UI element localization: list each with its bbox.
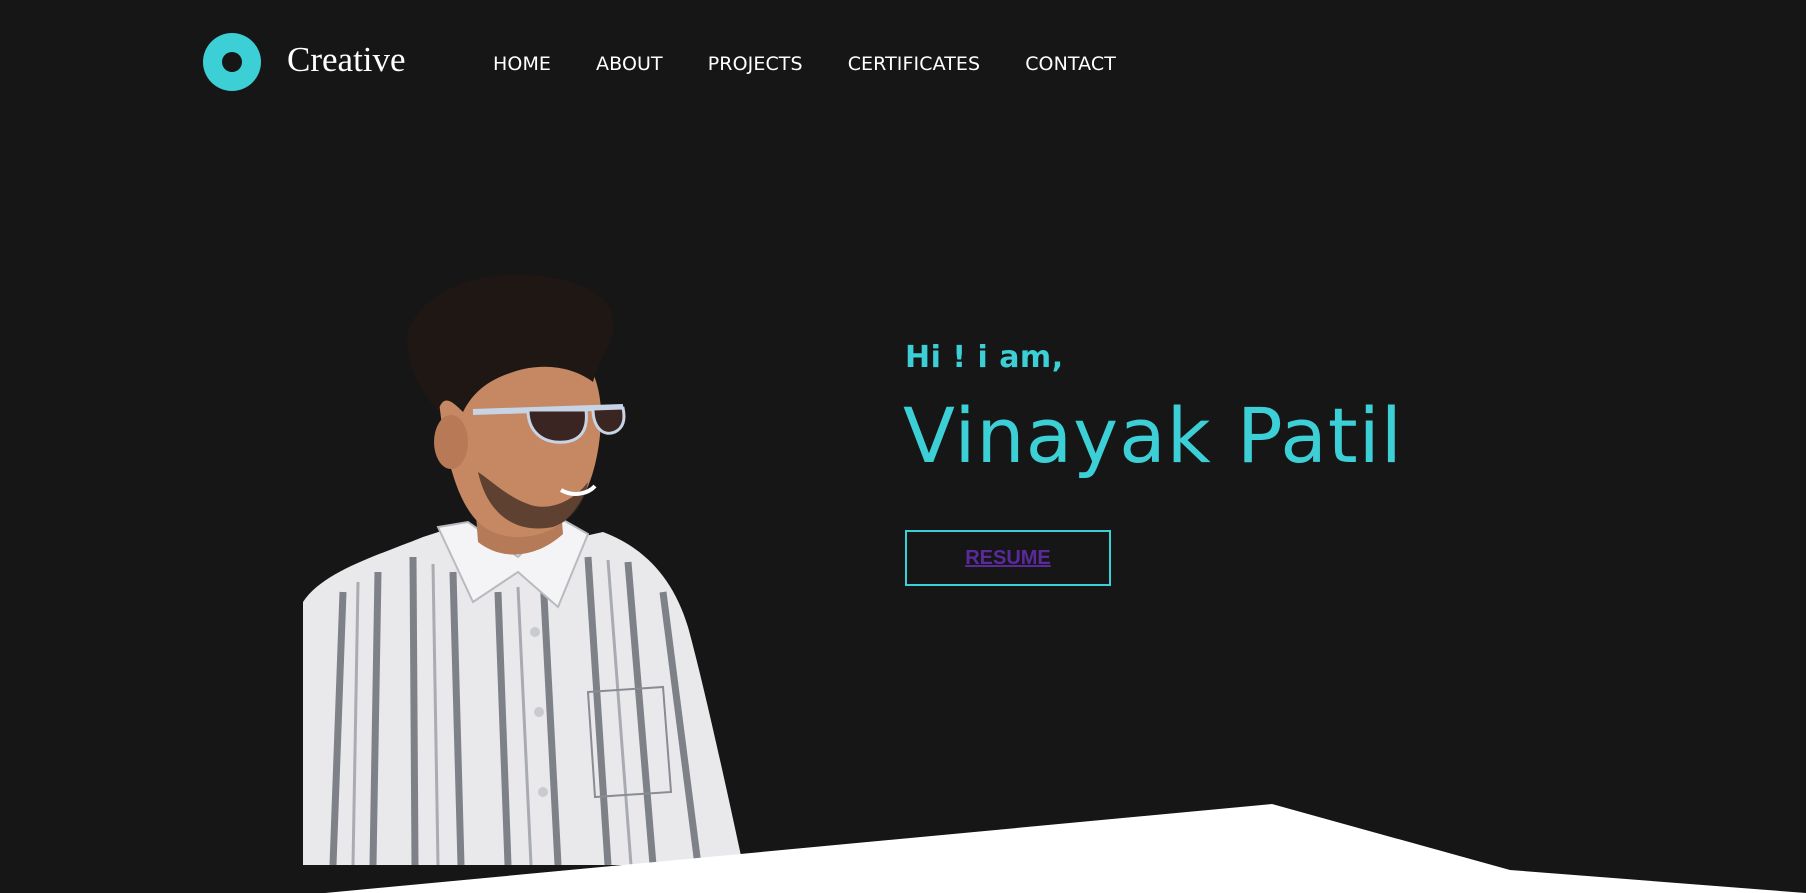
brand-logo[interactable]: Creative xyxy=(203,33,406,91)
nav-projects[interactable]: PROJECTS xyxy=(708,53,803,75)
main-nav: HOME ABOUT PROJECTS CERTIFICATES CONTACT xyxy=(493,53,1161,75)
resume-link[interactable]: RESUME xyxy=(965,547,1051,570)
nav-certificates[interactable]: CERTIFICATES xyxy=(848,53,981,75)
page: Creative HOME ABOUT PROJECTS CERTIFICATE… xyxy=(0,0,1806,893)
profile-photo xyxy=(303,274,743,865)
hero-name: Vinayak Patil xyxy=(903,391,1403,480)
nav-home[interactable]: HOME xyxy=(493,53,551,75)
hero-greeting: Hi ! i am, xyxy=(905,340,1064,375)
ring-logo-icon xyxy=(203,33,261,91)
brand-name: Creative xyxy=(287,39,406,79)
nav-contact[interactable]: CONTACT xyxy=(1025,53,1116,75)
nav-about[interactable]: ABOUT xyxy=(596,53,663,75)
resume-button[interactable]: RESUME xyxy=(905,530,1111,586)
